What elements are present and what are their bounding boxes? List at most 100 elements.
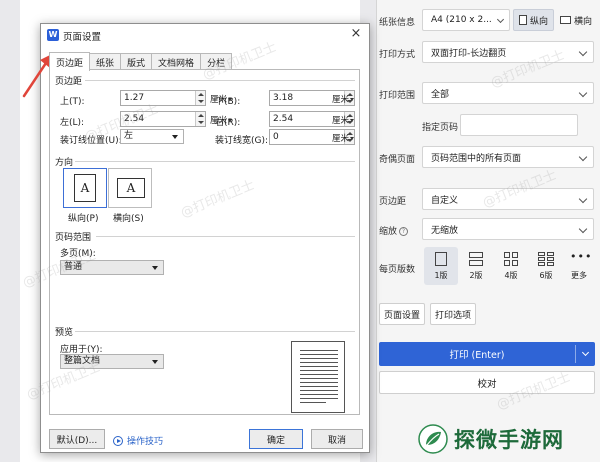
portrait-option-label: 纵向(P) [68,214,99,224]
proof-button[interactable]: 校对 [379,371,595,394]
tab-margins[interactable]: 页边距 [49,52,91,71]
brand-name: 探微手游网 [454,428,564,452]
margins-section-title: 页边距 [55,77,83,87]
tips-label: 操作技巧 [127,437,164,447]
help-icon[interactable]: ? [399,227,409,236]
six-pages-icon [537,251,555,267]
gutter-width-label: 装订线宽(G): [215,136,269,146]
landscape-button[interactable]: 横向 [555,9,597,31]
chevron-down-icon [578,194,588,204]
caret-down-icon [172,135,178,139]
landscape-label: 横向 [574,16,593,27]
landscape-option-label: 横向(S) [113,214,144,224]
print-button[interactable]: 打印 (Enter) [379,342,595,366]
paper-size-value: A4 (210 x 2... [431,15,492,25]
caret-down-icon [350,98,355,101]
section-divider [85,80,355,81]
paper-size-select[interactable]: A4 (210 x 2... [422,9,510,31]
top-margin-value: 1.27 [124,93,145,103]
dialog-title: 页面设置 [63,32,102,43]
pps-option-more[interactable]: ••• 更多 [562,247,596,285]
margin-select[interactable]: 自定义 [422,188,594,210]
gutter-width-value: 0 [273,132,279,142]
one-page-icon [432,251,450,267]
chevron-down-icon [578,152,588,162]
left-margin-label: 左(L): [60,118,85,128]
unit-select[interactable]: 厘米 [332,132,355,144]
top-margin-label: 上(T): [60,97,85,107]
odd-even-select[interactable]: 页码范围中的所有页面 [422,146,594,168]
section-divider [96,236,355,237]
ok-button[interactable]: 确定 [249,429,303,449]
orientation-section-title: 方向 [55,158,74,168]
top-margin-input[interactable]: 1.27 [120,90,206,106]
caret-down-icon [152,266,158,270]
print-options-button[interactable]: 打印选项 [430,303,476,325]
margin-value: 自定义 [431,195,459,206]
apply-to-value: 整篇文档 [64,356,101,366]
page-range-section-title: 页码范围 [55,233,92,243]
odd-even-label: 奇偶页面 [379,155,416,165]
dialog-title-bar: W 页面设置 × [41,24,369,46]
section-divider [75,161,355,162]
section-divider [75,331,355,332]
pps-option-4[interactable]: 4版 [494,247,528,285]
apply-to-select[interactable]: 整篇文档 [60,354,164,369]
more-dots-icon: ••• [570,250,593,263]
gutter-position-value: 左 [124,131,134,141]
page-numbers-label: 指定页码 [422,123,459,133]
pps-option-1[interactable]: 1版 [424,247,458,285]
close-icon[interactable]: × [349,27,363,41]
zoom-value: 无缩放 [431,225,459,236]
portrait-label: 纵向 [530,16,549,27]
bottom-margin-label: 下(B): [215,97,241,107]
paper-info-label: 纸张信息 [379,18,416,28]
right-margin-label: 右(R): [215,118,241,128]
leaf-logo-icon [418,424,448,454]
spinner-arrows-icon[interactable] [195,91,205,105]
unit-select[interactable]: 厘米 [332,114,355,126]
pps-option-6[interactable]: 6版 [529,247,563,285]
pps-option-2[interactable]: 2版 [459,247,493,285]
page-numbers-input[interactable] [460,114,578,136]
page-setup-dialog: W 页面设置 × 页边距 纸张 版式 文档网格 分栏 页边距 上(T): 1.2… [40,23,370,453]
print-button-label: 打印 (Enter) [449,350,505,361]
cancel-button[interactable]: 取消 [311,429,363,449]
two-pages-icon [467,251,485,267]
play-circle-icon [113,435,123,446]
zoom-label: 缩放? [379,224,409,237]
zoom-select[interactable]: 无缩放 [422,218,594,240]
spinner-arrows-icon[interactable] [195,112,205,126]
landscape-option[interactable]: A [108,168,152,208]
gutter-position-select[interactable]: 左 [120,129,184,144]
print-method-label: 打印方式 [379,50,416,60]
gutter-position-label: 装订线位置(U): [60,136,122,146]
wps-writer-icon: W [47,29,59,41]
chevron-down-icon [578,47,588,57]
portrait-button[interactable]: 纵向 [513,9,555,31]
caret-down-icon [350,119,355,122]
page-setup-button[interactable]: 页面设置 [379,303,425,325]
tips-link[interactable]: 操作技巧 [113,434,163,447]
preview-page-thumbnail [291,341,345,413]
preview-section-title: 预览 [55,328,74,338]
left-margin-input[interactable]: 2.54 [120,111,206,127]
portrait-page-icon [519,15,527,25]
four-pages-icon [502,251,520,267]
multiple-pages-value: 普通 [64,262,83,272]
print-range-select[interactable]: 全部 [422,82,594,104]
chevron-down-icon [578,224,588,234]
portrait-option[interactable]: A [63,168,107,208]
margin-label: 页边距 [379,197,407,207]
multiple-pages-label: 多页(M): [60,249,96,259]
unit-select[interactable]: 厘米 [332,93,355,105]
left-margin-value: 2.54 [124,114,145,124]
multiple-pages-select[interactable]: 普通 [60,260,164,275]
caret-down-icon [152,360,158,364]
print-range-label: 打印范围 [379,91,416,101]
default-button[interactable]: 默认(D)... [49,429,105,449]
landscape-page-icon [560,16,571,24]
print-method-select[interactable]: 双面打印-长边翻页 [422,41,594,63]
pages-per-sheet-label: 每页版数 [379,265,416,275]
print-dropdown-chevron-icon[interactable] [581,348,590,357]
